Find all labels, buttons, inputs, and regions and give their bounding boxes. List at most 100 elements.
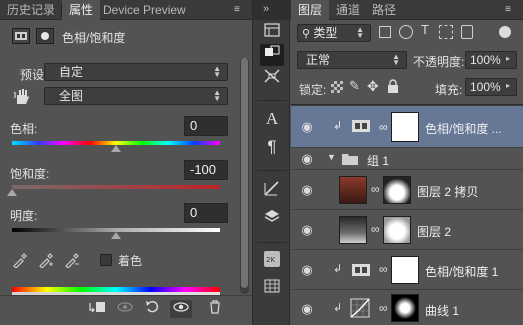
view-previous-state-icon[interactable] <box>114 300 136 318</box>
layers-panel: 图层 通道 路径 ≡ ⚲ 类型 ▲ ▼ T 正常 ▲ ▼ 不透明度: 100% ▸ … <box>291 0 523 325</box>
properties-scrollbar-thumb[interactable] <box>241 58 248 288</box>
link-icon[interactable]: ∞ <box>379 262 388 276</box>
tab-device-preview[interactable]: Device Preview <box>96 0 193 20</box>
kind-filter-value: 类型 <box>313 26 338 40</box>
eyedropper-minus-icon[interactable] <box>64 252 82 270</box>
layer-mask-thumbnail[interactable] <box>391 256 419 284</box>
saturation-label: 饱和度: <box>10 167 50 181</box>
collapsed-panel-strip: » A ¶ 2K <box>252 0 291 325</box>
layers-stack-icon[interactable] <box>260 208 284 230</box>
preset-select[interactable]: 自定 ▲ ▼ <box>44 63 228 81</box>
layer-row-hue-saturation-selected[interactable]: ◉ ↲ ∞ 色相/饱和度 ... <box>291 105 523 147</box>
lock-transparency-icon[interactable] <box>331 81 343 93</box>
eyedropper-icon[interactable] <box>12 252 30 270</box>
hand-adjust-icon[interactable] <box>12 86 34 106</box>
filter-pixel-icon[interactable] <box>379 26 391 38</box>
collapse-arrows-icon[interactable]: » <box>263 3 269 15</box>
layer-name: 组 1 <box>367 154 390 168</box>
layer-row-image-copy[interactable]: ◉ ∞ 图层 2 拷贝 <box>291 169 523 209</box>
hue-slider-thumb[interactable] <box>111 145 121 152</box>
reset-icon[interactable] <box>142 300 164 318</box>
fill-label: 填充: <box>435 83 463 97</box>
chevron-updown-icon: ▲ ▼ <box>356 25 364 40</box>
blend-mode-select[interactable]: 正常 ▲ ▼ <box>297 51 407 69</box>
layer-mask-thumbnail[interactable] <box>383 216 411 244</box>
filter-adjustment-icon[interactable] <box>399 25 413 39</box>
link-icon[interactable]: ∞ <box>379 301 388 315</box>
link-icon[interactable]: ∞ <box>371 222 380 236</box>
brush-preset-icon[interactable] <box>260 180 284 202</box>
paragraph-icon[interactable]: ¶ <box>260 136 284 158</box>
layer-image-thumbnail[interactable] <box>339 216 367 244</box>
preset-value: 自定 <box>59 65 84 79</box>
saturation-slider-track[interactable] <box>12 185 220 189</box>
trash-icon[interactable] <box>204 300 226 318</box>
eye-icon[interactable]: ◉ <box>297 148 317 170</box>
layer-name: 色相/饱和度 ... <box>425 122 502 136</box>
strip-header: » <box>253 0 291 20</box>
tab-channels[interactable]: 通道 <box>329 0 367 20</box>
layer-row-image[interactable]: ◉ ∞ 图层 2 <box>291 209 523 249</box>
saturation-input[interactable]: -100 <box>184 160 228 180</box>
eye-icon[interactable]: ◉ <box>297 106 317 148</box>
adjustments-icon[interactable] <box>260 44 284 66</box>
fill-input[interactable]: 100% ▸ <box>465 78 517 96</box>
layer-kind-filter[interactable]: ⚲ 类型 ▲ ▼ <box>297 24 371 42</box>
range-select[interactable]: 全图 ▲ ▼ <box>44 87 228 105</box>
properties-bottom-bar <box>0 295 252 325</box>
range-value: 全图 <box>59 89 84 103</box>
opacity-input[interactable]: 100% ▸ <box>465 51 517 69</box>
colorize-checkbox[interactable] <box>100 254 112 266</box>
link-icon[interactable]: ∞ <box>379 120 388 134</box>
clip-to-layer-icon[interactable] <box>86 300 108 318</box>
navigator-icon[interactable]: 2K <box>260 250 284 272</box>
layer-mask-thumbnail[interactable] <box>391 112 419 142</box>
eyedropper-plus-icon[interactable] <box>38 252 56 270</box>
info-grid-icon[interactable] <box>260 278 284 300</box>
eye-icon[interactable]: ◉ <box>297 170 317 210</box>
visibility-toggle-icon[interactable] <box>170 300 192 318</box>
lock-brush-icon[interactable]: ✎ <box>349 78 360 94</box>
panel-menu-icon[interactable]: ≡ <box>505 4 519 16</box>
tab-layers[interactable]: 图层 <box>291 0 330 20</box>
expand-triangle-icon[interactable]: ▼ <box>327 152 336 162</box>
strip-divider <box>257 242 287 243</box>
eye-icon[interactable]: ◉ <box>297 210 317 250</box>
layer-row-group[interactable]: ◉ ▼ 组 1 <box>291 147 523 169</box>
filter-type-icon[interactable]: T <box>421 22 429 37</box>
tab-paths[interactable]: 路径 <box>365 0 403 20</box>
eye-icon[interactable]: ◉ <box>297 250 317 290</box>
filter-toggle-icon[interactable] <box>499 26 511 38</box>
folder-icon <box>341 152 359 166</box>
layer-list: ◉ ↲ ∞ 色相/饱和度 ... ◉ ▼ 组 1 ◉ ∞ 图层 2 拷贝 ◉ ∞… <box>291 104 523 325</box>
saturation-slider-thumb[interactable] <box>7 189 17 196</box>
filter-shape-icon[interactable] <box>439 25 453 39</box>
layer-mask-icon[interactable] <box>36 28 54 44</box>
panel-menu-icon[interactable]: ≡ <box>234 4 248 16</box>
filter-smart-object-icon[interactable] <box>461 25 473 39</box>
lock-label: 锁定: <box>299 83 327 97</box>
layer-row-hue-saturation-1[interactable]: ◉ ↲ ∞ 色相/饱和度 1 <box>291 249 523 289</box>
adjustment-thumbnail-icon <box>349 259 375 283</box>
lightness-input[interactable]: 0 <box>184 203 228 223</box>
hue-input[interactable]: 0 <box>184 116 228 136</box>
link-icon[interactable]: ∞ <box>371 182 380 196</box>
tab-properties[interactable]: 属性 <box>62 0 101 20</box>
tab-history[interactable]: 历史记录 <box>0 0 62 20</box>
lock-position-icon[interactable]: ✥ <box>367 78 379 95</box>
layer-mask-thumbnail[interactable] <box>391 294 419 322</box>
layer-mask-thumbnail[interactable] <box>383 176 411 204</box>
search-icon: ⚲ <box>302 28 311 40</box>
transform-icon[interactable] <box>260 68 284 90</box>
layer-name: 图层 2 拷贝 <box>417 185 479 199</box>
clip-arrow-icon: ↲ <box>333 263 343 275</box>
character-icon[interactable]: A <box>260 108 284 130</box>
fill-value: 100% <box>470 80 501 94</box>
lightness-slider-thumb[interactable] <box>111 232 121 239</box>
eye-icon[interactable]: ◉ <box>297 290 317 325</box>
lock-all-icon[interactable] <box>387 79 401 93</box>
adjustment-layer-icon[interactable] <box>12 28 30 44</box>
layer-comps-icon[interactable] <box>260 22 284 44</box>
layer-row-curves[interactable]: ◉ ↲ ∞ 曲线 1 <box>291 289 523 325</box>
layer-image-thumbnail[interactable] <box>339 176 367 204</box>
